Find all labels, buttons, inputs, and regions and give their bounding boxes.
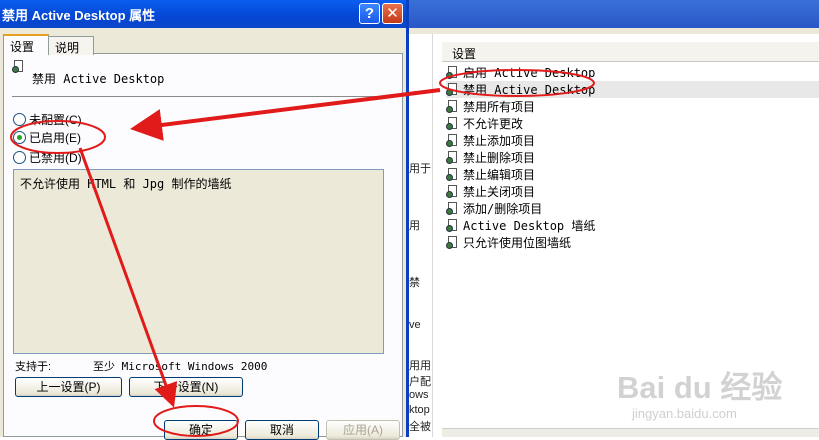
list-item-label: Active Desktop 墙纸 bbox=[463, 219, 596, 233]
description-fragment: ktop bbox=[409, 404, 430, 416]
list-item-label: 只允许使用位图墙纸 bbox=[463, 236, 572, 250]
list-item[interactable]: 添加/删除项目 bbox=[446, 200, 819, 217]
next-setting-button[interactable]: 下一设置(N) bbox=[129, 377, 243, 397]
description-fragment: 用用 bbox=[409, 360, 431, 372]
policy-setting-icon bbox=[446, 235, 460, 250]
radio-button[interactable] bbox=[13, 130, 26, 144]
radio-enabled[interactable]: 已启用(E) bbox=[13, 129, 81, 145]
list-item[interactable]: 禁止添加项目 bbox=[446, 132, 819, 149]
radio-button[interactable] bbox=[13, 112, 26, 126]
radio-label: 已禁用(D) bbox=[29, 150, 82, 165]
bg-window-titlebar bbox=[405, 0, 819, 28]
policy-properties-dialog: 禁用 Active Desktop 属性 ? ✕ 设置 说明 禁用 Active… bbox=[0, 0, 409, 440]
list-item-label: 禁用所有项目 bbox=[463, 100, 536, 114]
supported-on-label: 支持于: bbox=[15, 361, 52, 373]
policy-name: 禁用 Active Desktop bbox=[32, 72, 165, 86]
description-fragment: 禁 bbox=[409, 277, 420, 289]
policy-setting-icon bbox=[446, 218, 460, 233]
apply-button[interactable]: 应用(A) bbox=[326, 420, 400, 440]
bg-window-toolbar bbox=[405, 28, 819, 34]
list-item-label: 禁用 Active Desktop bbox=[463, 83, 596, 97]
divider bbox=[12, 96, 400, 97]
list-item-label: 启用 Active Desktop bbox=[463, 66, 596, 80]
description-fragment: ows bbox=[409, 389, 429, 401]
description-fragment: ve bbox=[409, 319, 421, 331]
previous-setting-button[interactable]: 上一设置(P) bbox=[15, 377, 122, 397]
list-item[interactable]: 禁用所有项目 bbox=[446, 98, 819, 115]
policy-setting-icon bbox=[12, 60, 26, 74]
list-item[interactable]: 禁止关闭项目 bbox=[446, 183, 819, 200]
radio-button[interactable] bbox=[13, 150, 26, 164]
policy-setting-icon bbox=[446, 82, 460, 97]
list-item-label: 不允许更改 bbox=[463, 117, 524, 131]
policy-setting-icon bbox=[446, 201, 460, 216]
cancel-button[interactable]: 取消 bbox=[245, 420, 319, 440]
list-item[interactable]: 只允许使用位图墙纸 bbox=[446, 234, 819, 251]
ok-button[interactable]: 确定 bbox=[164, 420, 238, 440]
description-fragment: 全被 bbox=[409, 421, 431, 433]
dialog-title: 禁用 Active Desktop 属性 bbox=[2, 8, 156, 23]
policy-setting-icon bbox=[446, 150, 460, 165]
policy-setting-icon bbox=[446, 99, 460, 114]
list-item-label: 禁止删除项目 bbox=[463, 151, 536, 165]
radio-not-configured[interactable]: 未配置(C) bbox=[13, 111, 82, 127]
tab-settings[interactable]: 设置 bbox=[3, 34, 49, 55]
list-header-label: 设置 bbox=[452, 47, 477, 61]
description-fragment: 用于 bbox=[409, 163, 431, 175]
list-item[interactable]: 禁止编辑项目 bbox=[446, 166, 819, 183]
description-fragment: 用 bbox=[409, 220, 420, 232]
list-item[interactable]: Active Desktop 墙纸 bbox=[446, 217, 819, 234]
policy-setting-icon bbox=[446, 133, 460, 148]
policy-setting-icon bbox=[446, 65, 460, 80]
list-item-label: 添加/删除项目 bbox=[463, 202, 543, 216]
list-item[interactable]: 禁止删除项目 bbox=[446, 149, 819, 166]
bg-description-pane: 用于 用 禁 ve 用用 户配 ows ktop 全被 bbox=[405, 34, 433, 437]
list-item[interactable]: 启用 Active Desktop bbox=[446, 64, 819, 81]
list-item[interactable]: 禁用 Active Desktop bbox=[446, 81, 819, 98]
watermark-logo: Bai du 经验 bbox=[617, 370, 783, 405]
description-fragment: 户配 bbox=[409, 376, 431, 388]
radio-label: 已启用(E) bbox=[29, 130, 81, 145]
close-button[interactable]: ✕ bbox=[382, 3, 403, 24]
policy-header: 禁用 Active Desktop bbox=[12, 60, 392, 96]
list-item-label: 禁止添加项目 bbox=[463, 134, 536, 148]
list-item-label: 禁止编辑项目 bbox=[463, 168, 536, 182]
dialog-titlebar[interactable]: 禁用 Active Desktop 属性 ? ✕ bbox=[0, 0, 406, 28]
baidu-jingyan-watermark: Bai du 经验 jingyan.baidu.com bbox=[617, 362, 817, 432]
comment-textarea[interactable]: 不允许使用 HTML 和 Jpg 制作的墙纸 bbox=[13, 169, 384, 354]
comment-text: 不允许使用 HTML 和 Jpg 制作的墙纸 bbox=[20, 177, 232, 191]
policy-setting-icon bbox=[446, 184, 460, 199]
policy-setting-icon bbox=[446, 167, 460, 182]
radio-label: 未配置(C) bbox=[29, 112, 82, 127]
list-item-label: 禁止关闭项目 bbox=[463, 185, 536, 199]
tab-explain[interactable]: 说明 bbox=[48, 36, 94, 55]
radio-disabled[interactable]: 已禁用(D) bbox=[13, 149, 82, 165]
supported-on-value: 至少 Microsoft Windows 2000 bbox=[93, 360, 268, 373]
watermark-url: jingyan.baidu.com bbox=[632, 406, 737, 421]
list-item[interactable]: 不允许更改 bbox=[446, 115, 819, 132]
policy-setting-icon bbox=[446, 116, 460, 131]
help-button[interactable]: ? bbox=[359, 3, 380, 24]
list-column-header[interactable]: 设置 bbox=[442, 42, 819, 62]
